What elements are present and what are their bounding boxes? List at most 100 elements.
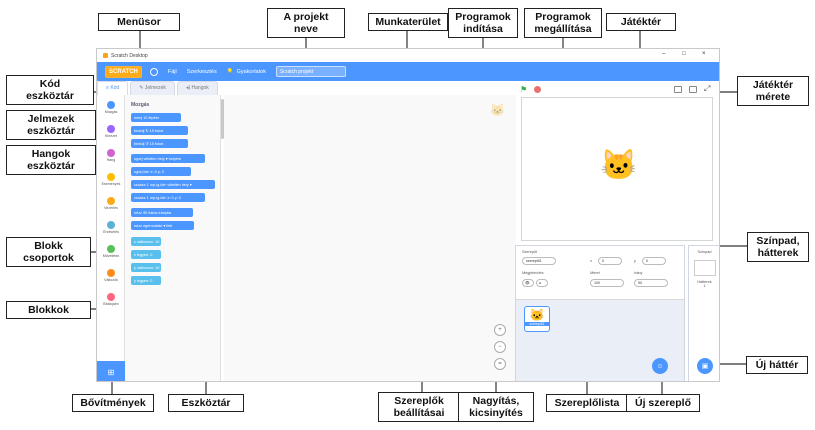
category-7[interactable]: Változók — [97, 269, 125, 282]
callout-szinpad-hatterek: Színpad, hátterek — [747, 232, 809, 262]
direction-label: Irány — [634, 271, 643, 275]
tab-code[interactable]: ≡ Kód — [97, 81, 129, 95]
palette-block[interactable]: x változzon: 10 — [131, 237, 161, 246]
palette-block[interactable]: fordulj ↺ 15 fokot — [131, 139, 188, 148]
menu-tutorials-label: Gyakorlatok — [236, 68, 266, 75]
callout-kod-eszkoztar: Kód eszköztár — [6, 75, 94, 105]
hide-toggle[interactable]: ⌀ — [536, 279, 548, 287]
palette-block[interactable]: csússz 1 mp-ig ide: véletlen hely ▾ — [131, 180, 215, 189]
category-dot-icon — [107, 101, 115, 109]
category-label: Műveletek — [102, 254, 120, 258]
stage-thumbnail[interactable] — [693, 260, 716, 276]
language-globe-icon[interactable] — [149, 67, 158, 76]
scratch-app-icon — [103, 53, 108, 58]
category-3[interactable]: Események — [97, 173, 125, 186]
category-dot-icon — [107, 269, 115, 277]
callout-blokkok: Blokkok — [6, 301, 91, 319]
category-1[interactable]: Kinézet — [97, 125, 125, 138]
category-8[interactable]: Blokkjaim — [97, 293, 125, 306]
callout-hangok-eszkoztar: Hangok eszköztár — [6, 145, 96, 175]
category-dot-icon — [107, 149, 115, 157]
callout-nagyitas-kicsinyites: Nagyítás, kicsinyítés — [458, 392, 534, 422]
palette-block[interactable]: x legyen: 0 — [131, 250, 161, 259]
category-dot-icon — [107, 173, 115, 181]
category-label: Kinézet — [105, 134, 117, 138]
x-field[interactable]: 0 — [598, 257, 622, 265]
category-dot-icon — [107, 125, 115, 133]
palette-heading: Mozgás — [131, 102, 150, 108]
y-label: y — [634, 259, 636, 263]
palette-block[interactable]: csússz 1 mp-ig ide: x: 0 y: 0 — [131, 193, 206, 202]
zoom-reset-button[interactable]: = — [494, 358, 506, 370]
window-title: Scratch Desktop — [111, 52, 148, 59]
tab-sounds[interactable]: ◂) Hangok — [176, 81, 218, 95]
category-dot-icon — [107, 245, 115, 253]
category-0[interactable]: Mozgás — [97, 101, 125, 114]
project-name-input[interactable]: Scratch projekt — [275, 66, 346, 77]
palette-block[interactable]: y változzon: 10 — [131, 263, 161, 272]
editor-tabs: ≡ Kód ✎ Jelmezek ◂) Hangok — [97, 81, 220, 95]
size-field[interactable]: 100 — [590, 279, 624, 287]
sprite-thumbnail-label: szereplő1 — [525, 322, 549, 326]
extension-button[interactable]: ⊞ — [97, 361, 125, 381]
category-2[interactable]: Hang — [97, 149, 125, 162]
backdrops-count: 1 — [703, 284, 706, 288]
x-label: x — [590, 259, 592, 263]
menu-bar: SCRATCH Fájl Szerkesztés 💡 Gyakorlatok S… — [97, 62, 719, 81]
category-dot-icon — [107, 293, 115, 301]
callout-bovitmenyek: Bővítmények — [72, 394, 154, 412]
minimize-button[interactable]: – — [662, 51, 665, 57]
fullscreen-icon[interactable]: ⤢ — [704, 84, 710, 94]
show-visible-toggle[interactable]: 👁 — [522, 279, 534, 287]
stage[interactable]: 🐱 — [521, 97, 713, 241]
category-label: Események — [101, 182, 121, 186]
scratch-logo[interactable]: SCRATCH — [105, 65, 142, 78]
y-field[interactable]: 0 — [642, 257, 666, 265]
callout-programok-megallitasa: Programok megállítása — [524, 8, 602, 38]
zoom-in-button[interactable]: + — [494, 324, 506, 336]
normal-stage-icon[interactable] — [689, 86, 697, 93]
callout-projekt-neve: A projekt neve — [267, 8, 345, 38]
stage-pane[interactable]: Színpad Hátterek 1 ▣ — [688, 245, 719, 381]
direction-field[interactable]: 90 — [634, 279, 668, 287]
category-label: Vezérlés — [104, 206, 118, 210]
category-label: Változók — [104, 278, 118, 282]
palette-block[interactable]: ugorj ide: x: 0 y: 0 — [131, 167, 191, 176]
scratch-window: Scratch Desktop – □ × SCRATCH Fájl Szerk… — [96, 48, 720, 382]
sprite-thumbnail[interactable]: 🐱 szereplő1 — [524, 306, 550, 332]
code-workspace[interactable]: 🐱 — [224, 95, 516, 381]
zoom-out-button[interactable]: − — [494, 341, 506, 353]
menu-file[interactable]: Fájl — [168, 69, 177, 75]
new-sprite-icon[interactable]: ☺ — [652, 358, 668, 374]
tab-costumes[interactable]: ✎ Jelmezek — [130, 81, 175, 95]
stage-pane-title: Színpad — [697, 250, 712, 254]
palette-block[interactable]: nézz egérmutató ▾ felé — [131, 221, 195, 230]
maximize-button[interactable]: □ — [682, 51, 686, 57]
category-5[interactable]: Érzékelés — [97, 221, 125, 234]
small-stage-icon[interactable] — [674, 86, 682, 93]
block-categories: ⊞ Mozgás Kinézet Hang Események Vezérlés Érzé… — [97, 95, 125, 381]
tab-costumes-label: Jelmezek — [144, 85, 166, 91]
cat-thumbnail-icon: 🐱 — [529, 308, 545, 322]
palette-block[interactable]: y legyen: 0 — [131, 276, 161, 285]
palette-block[interactable]: menj 10 lépést — [131, 113, 182, 122]
green-flag-icon[interactable]: ⚑ — [520, 85, 527, 94]
palette-block[interactable]: fordulj ↻ 15 fokot — [131, 126, 188, 135]
callout-jelmezek-eszkoztar: Jelmezek eszköztár — [6, 110, 96, 140]
sprite-name-field[interactable]: szereplő1 — [522, 257, 556, 265]
category-label: Mozgás — [104, 110, 118, 114]
category-6[interactable]: Műveletek — [97, 245, 125, 258]
stop-icon[interactable] — [534, 86, 541, 93]
cat-sprite-icon[interactable]: 🐱 — [600, 148, 637, 183]
new-backdrop-icon[interactable]: ▣ — [697, 358, 713, 374]
palette-block[interactable]: nézz 90 fokos irányba — [131, 208, 193, 217]
sprite-pane: Szereplő szereplő1 x 0 y 0 Megjelenítés … — [515, 245, 685, 381]
category-4[interactable]: Vezérlés — [97, 197, 125, 210]
size-label: Méret — [590, 271, 600, 275]
menu-edit[interactable]: Szerkesztés — [187, 69, 217, 75]
palette-block[interactable]: ugorj véletlen hely ▾ helyére — [131, 154, 206, 163]
menu-tutorials[interactable]: 💡 Gyakorlatok — [227, 69, 266, 75]
callout-szereplolista: Szereplőlista — [546, 394, 628, 412]
lightbulb-icon: 💡 — [226, 68, 234, 75]
close-button[interactable]: × — [702, 51, 706, 57]
